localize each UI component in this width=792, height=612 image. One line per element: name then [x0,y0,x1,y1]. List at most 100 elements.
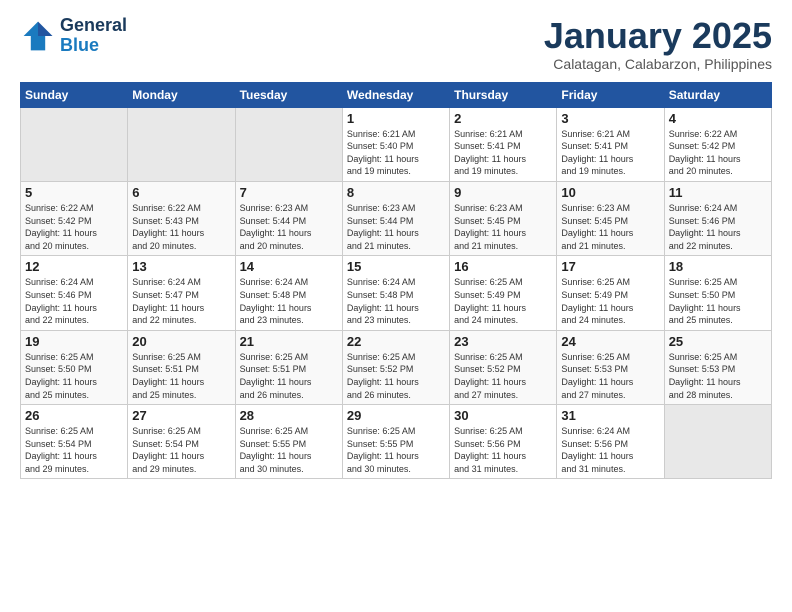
month-title: January 2025 [544,16,772,56]
calendar-cell: 6Sunrise: 6:22 AM Sunset: 5:43 PM Daylig… [128,181,235,255]
day-info: Sunrise: 6:23 AM Sunset: 5:44 PM Dayligh… [240,202,338,252]
day-info: Sunrise: 6:25 AM Sunset: 5:52 PM Dayligh… [454,351,552,401]
day-info: Sunrise: 6:24 AM Sunset: 5:56 PM Dayligh… [561,425,659,475]
calendar-cell [235,107,342,181]
day-info: Sunrise: 6:25 AM Sunset: 5:49 PM Dayligh… [561,276,659,326]
day-number: 16 [454,259,552,274]
day-number: 9 [454,185,552,200]
day-info: Sunrise: 6:25 AM Sunset: 5:50 PM Dayligh… [25,351,123,401]
day-number: 10 [561,185,659,200]
calendar-cell: 20 Sunrise: 6:25 AM Sunset: 5:51 PM Dayli… [128,330,235,404]
day-info: Sunrise: 6:24 AM Sunset: 5:47 PM Dayligh… [132,276,230,326]
day-info: Sunrise: 6:25 AM Sunset: 5:54 PM Dayligh… [25,425,123,475]
day-number: 14 [240,259,338,274]
calendar-table: SundayMondayTuesdayWednesdayThursdayFrid… [20,82,772,480]
day-info: Sunrise: 6:24 AM Sunset: 5:46 PM Dayligh… [669,202,767,252]
page-header: General Blue January 2025 Calatagan, Cal… [20,16,772,72]
calendar-cell [21,107,128,181]
calendar-cell: 15 Sunrise: 6:24 AM Sunset: 5:48 PM Dayli… [342,256,449,330]
weekday-header-friday: Friday [557,82,664,107]
calendar-cell: 27 Sunrise: 6:25 AM Sunset: 5:54 PM Dayli… [128,405,235,479]
calendar-cell: 10 Sunrise: 6:23 AM Sunset: 5:45 PM Dayli… [557,181,664,255]
weekday-header-sunday: Sunday [21,82,128,107]
calendar-cell: 24 Sunrise: 6:25 AM Sunset: 5:53 PM Dayli… [557,330,664,404]
logo: General Blue [20,16,127,56]
calendar-cell [128,107,235,181]
day-info: Sunrise: 6:23 AM Sunset: 5:45 PM Dayligh… [454,202,552,252]
weekday-header-thursday: Thursday [450,82,557,107]
day-number: 17 [561,259,659,274]
day-info: Sunrise: 6:24 AM Sunset: 5:48 PM Dayligh… [347,276,445,326]
calendar-cell: 29 Sunrise: 6:25 AM Sunset: 5:55 PM Dayli… [342,405,449,479]
calendar-cell: 21 Sunrise: 6:25 AM Sunset: 5:51 PM Dayli… [235,330,342,404]
week-row-4: 19 Sunrise: 6:25 AM Sunset: 5:50 PM Dayli… [21,330,772,404]
day-info: Sunrise: 6:25 AM Sunset: 5:52 PM Dayligh… [347,351,445,401]
day-info: Sunrise: 6:22 AM Sunset: 5:43 PM Dayligh… [132,202,230,252]
day-info: Sunrise: 6:22 AM Sunset: 5:42 PM Dayligh… [669,128,767,178]
day-number: 22 [347,334,445,349]
calendar-body: 1Sunrise: 6:21 AM Sunset: 5:40 PM Daylig… [21,107,772,479]
day-info: Sunrise: 6:23 AM Sunset: 5:44 PM Dayligh… [347,202,445,252]
weekday-header-wednesday: Wednesday [342,82,449,107]
day-number: 19 [25,334,123,349]
location: Calatagan, Calabarzon, Philippines [544,56,772,72]
day-info: Sunrise: 6:21 AM Sunset: 5:40 PM Dayligh… [347,128,445,178]
day-info: Sunrise: 6:24 AM Sunset: 5:46 PM Dayligh… [25,276,123,326]
day-number: 25 [669,334,767,349]
calendar-cell: 22 Sunrise: 6:25 AM Sunset: 5:52 PM Dayli… [342,330,449,404]
logo-icon [20,18,56,54]
weekday-header-tuesday: Tuesday [235,82,342,107]
calendar-cell: 12 Sunrise: 6:24 AM Sunset: 5:46 PM Dayli… [21,256,128,330]
day-number: 5 [25,185,123,200]
calendar-cell: 30 Sunrise: 6:25 AM Sunset: 5:56 PM Dayli… [450,405,557,479]
calendar-cell: 23Sunrise: 6:25 AM Sunset: 5:52 PM Dayli… [450,330,557,404]
calendar-cell: 17 Sunrise: 6:25 AM Sunset: 5:49 PM Dayli… [557,256,664,330]
day-number: 27 [132,408,230,423]
day-info: Sunrise: 6:25 AM Sunset: 5:55 PM Dayligh… [347,425,445,475]
day-number: 31 [561,408,659,423]
day-number: 26 [25,408,123,423]
day-number: 30 [454,408,552,423]
calendar-cell: 5 Sunrise: 6:22 AM Sunset: 5:42 PM Daylig… [21,181,128,255]
day-number: 12 [25,259,123,274]
day-number: 18 [669,259,767,274]
day-info: Sunrise: 6:25 AM Sunset: 5:54 PM Dayligh… [132,425,230,475]
day-number: 7 [240,185,338,200]
day-number: 21 [240,334,338,349]
day-number: 24 [561,334,659,349]
calendar-cell: 25Sunrise: 6:25 AM Sunset: 5:53 PM Dayli… [664,330,771,404]
day-info: Sunrise: 6:25 AM Sunset: 5:51 PM Dayligh… [240,351,338,401]
day-info: Sunrise: 6:22 AM Sunset: 5:42 PM Dayligh… [25,202,123,252]
calendar-cell: 28Sunrise: 6:25 AM Sunset: 5:55 PM Dayli… [235,405,342,479]
calendar-cell: 13 Sunrise: 6:24 AM Sunset: 5:47 PM Dayli… [128,256,235,330]
calendar-cell: 31 Sunrise: 6:24 AM Sunset: 5:56 PM Dayli… [557,405,664,479]
day-info: Sunrise: 6:24 AM Sunset: 5:48 PM Dayligh… [240,276,338,326]
week-row-3: 12 Sunrise: 6:24 AM Sunset: 5:46 PM Dayli… [21,256,772,330]
day-info: Sunrise: 6:23 AM Sunset: 5:45 PM Dayligh… [561,202,659,252]
day-number: 15 [347,259,445,274]
calendar-cell: 19 Sunrise: 6:25 AM Sunset: 5:50 PM Dayli… [21,330,128,404]
weekday-header-saturday: Saturday [664,82,771,107]
week-row-1: 1Sunrise: 6:21 AM Sunset: 5:40 PM Daylig… [21,107,772,181]
day-info: Sunrise: 6:25 AM Sunset: 5:53 PM Dayligh… [561,351,659,401]
calendar-cell: 8 Sunrise: 6:23 AM Sunset: 5:44 PM Daylig… [342,181,449,255]
calendar-cell: 2Sunrise: 6:21 AM Sunset: 5:41 PM Daylig… [450,107,557,181]
logo-text: General Blue [60,16,127,56]
calendar-cell: 1Sunrise: 6:21 AM Sunset: 5:40 PM Daylig… [342,107,449,181]
calendar-cell: 11Sunrise: 6:24 AM Sunset: 5:46 PM Dayli… [664,181,771,255]
week-row-2: 5 Sunrise: 6:22 AM Sunset: 5:42 PM Daylig… [21,181,772,255]
day-number: 20 [132,334,230,349]
day-info: Sunrise: 6:25 AM Sunset: 5:56 PM Dayligh… [454,425,552,475]
weekday-header-row: SundayMondayTuesdayWednesdayThursdayFrid… [21,82,772,107]
day-number: 29 [347,408,445,423]
title-block: January 2025 Calatagan, Calabarzon, Phil… [544,16,772,72]
weekday-header-monday: Monday [128,82,235,107]
calendar-cell [664,405,771,479]
day-number: 8 [347,185,445,200]
day-info: Sunrise: 6:25 AM Sunset: 5:51 PM Dayligh… [132,351,230,401]
calendar-cell: 7 Sunrise: 6:23 AM Sunset: 5:44 PM Daylig… [235,181,342,255]
day-info: Sunrise: 6:21 AM Sunset: 5:41 PM Dayligh… [454,128,552,178]
calendar-cell: 9 Sunrise: 6:23 AM Sunset: 5:45 PM Daylig… [450,181,557,255]
day-number: 13 [132,259,230,274]
calendar-cell: 4Sunrise: 6:22 AM Sunset: 5:42 PM Daylig… [664,107,771,181]
